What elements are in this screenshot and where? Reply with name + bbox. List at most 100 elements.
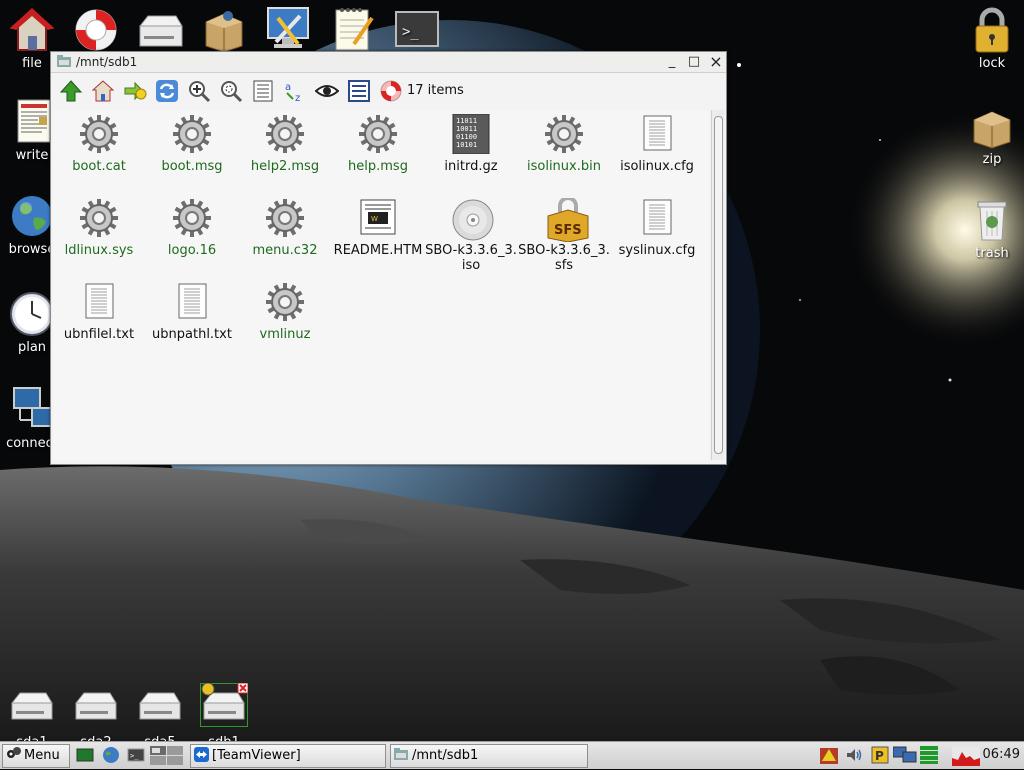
cpu-graph-icon[interactable] <box>952 746 980 766</box>
browser-launch-icon[interactable] <box>102 746 120 764</box>
file-name: help.msg <box>348 159 408 174</box>
executable-gear-icon <box>265 282 305 322</box>
teamviewer-icon <box>194 747 212 767</box>
desktop-icon-zip[interactable]: zip <box>960 102 1024 167</box>
drive-icon <box>200 682 249 727</box>
file-item[interactable]: syslinux.cfg <box>611 198 703 258</box>
svg-text:z: z <box>295 93 300 103</box>
file-item[interactable]: menu.c32 <box>239 198 331 258</box>
desktop-icon-trash[interactable]: trash <box>960 196 1024 261</box>
file-name: SBO-k3.3.6_3.sfs <box>518 243 610 273</box>
lock-icon <box>968 6 1016 54</box>
terminal-launch-icon[interactable]: >_ <box>127 746 145 764</box>
desktop-icon-notepad[interactable] <box>320 4 384 54</box>
volume-icon[interactable] <box>845 746 863 764</box>
svg-text:01100: 01100 <box>456 133 477 141</box>
list-view-icon[interactable] <box>251 79 275 103</box>
pclock-icon[interactable]: P <box>871 746 889 764</box>
svg-text:W: W <box>371 215 378 223</box>
help-lifebuoy-icon[interactable] <box>379 79 403 103</box>
home-icon[interactable] <box>91 79 115 103</box>
desktop-icon-lock[interactable]: lock <box>960 6 1024 71</box>
file-list[interactable]: boot.cat boot.msg help2.msg help.msg 11011 10… <box>53 110 709 460</box>
file-name: boot.msg <box>161 159 223 174</box>
svg-text:SFS: SFS <box>554 223 582 238</box>
file-item[interactable]: SFS SBO-k3.3.6_3.sfs <box>518 196 610 273</box>
file-item[interactable]: ldlinux.sys <box>53 198 145 258</box>
scrollbar-thumb[interactable] <box>714 116 723 454</box>
workspace-pager[interactable] <box>150 746 184 765</box>
vertical-scrollbar[interactable] <box>711 110 724 460</box>
file-name: isolinux.cfg <box>620 159 694 174</box>
file-item[interactable]: W README.HTM <box>332 198 424 258</box>
svg-text:10101: 10101 <box>456 141 477 149</box>
task-teamviewer[interactable]: [TeamViewer] <box>190 744 386 768</box>
file-item[interactable]: SBO-k3.3.6_3.iso <box>425 198 517 273</box>
show-desktop-icon[interactable] <box>76 746 94 764</box>
html-file-icon: W <box>358 198 398 238</box>
taskbar: Menu >_ [TeamViewer] /mnt/sdb1 P 06:49 <box>0 741 1024 769</box>
close-button[interactable]: × <box>707 53 725 71</box>
file-item[interactable]: boot.cat <box>53 114 145 174</box>
puppy-paw-icon <box>6 745 24 767</box>
drive-sda1[interactable]: sda1 <box>8 683 56 750</box>
file-name: logo.16 <box>167 243 217 258</box>
executable-gear-icon <box>544 114 584 154</box>
go-to-icon[interactable] <box>123 79 147 103</box>
svg-text:P: P <box>875 749 884 763</box>
executable-gear-icon <box>265 198 305 238</box>
desktop-icon-drive[interactable] <box>128 6 192 56</box>
zoom-reset-icon[interactable] <box>219 79 243 103</box>
clock: 06:49 <box>982 747 1020 762</box>
menu-button[interactable]: Menu <box>2 744 70 768</box>
zoom-in-icon[interactable] <box>187 79 211 103</box>
executable-gear-icon <box>79 114 119 154</box>
up-arrow-icon[interactable] <box>59 79 83 103</box>
file-item[interactable]: ubnpathl.txt <box>146 282 238 342</box>
file-item[interactable]: 11011 10011 01100 10101 initrd.gz <box>425 113 517 174</box>
desktop-icon-help[interactable] <box>64 6 128 56</box>
file-name: ldlinux.sys <box>64 243 134 258</box>
file-item[interactable]: boot.msg <box>146 114 238 174</box>
file-item[interactable]: help2.msg <box>239 114 331 174</box>
svg-text:11011: 11011 <box>456 117 477 125</box>
window-titlebar[interactable]: /mnt/sdb1 _ □ × <box>51 52 726 73</box>
file-item[interactable]: logo.16 <box>146 198 238 258</box>
maximize-button[interactable]: □ <box>685 53 703 71</box>
task-mnt-sdb1[interactable]: /mnt/sdb1 <box>390 744 588 768</box>
refresh-icon[interactable] <box>155 79 179 103</box>
svg-text:>_: >_ <box>402 24 419 40</box>
memory-monitor-icon[interactable] <box>920 746 938 764</box>
file-item[interactable]: vmlinuz <box>239 282 331 342</box>
drive-sdb1[interactable]: sdb1 <box>200 682 249 750</box>
file-item[interactable]: ubnfilel.txt <box>53 282 145 342</box>
drive-sda5[interactable]: sda5 <box>136 683 184 750</box>
file-name: README.HTM <box>333 243 423 258</box>
network-tray-icon[interactable] <box>820 746 838 764</box>
desktop-icon-terminal[interactable]: >_ <box>384 6 448 56</box>
package-icon <box>200 6 248 54</box>
desktop-icon-settings[interactable] <box>256 4 320 54</box>
file-item[interactable]: isolinux.bin <box>518 114 610 174</box>
sort-az-icon[interactable]: az <box>283 79 307 104</box>
drive-icon <box>10 692 53 720</box>
executable-gear-icon <box>79 198 119 238</box>
file-name: initrd.gz <box>444 159 498 174</box>
svg-text:a: a <box>285 82 291 93</box>
file-item[interactable]: help.msg <box>332 114 424 174</box>
file-manager-window[interactable]: /mnt/sdb1 _ □ × az 17 items boot.cat boo… <box>50 51 727 465</box>
executable-gear-icon <box>358 114 398 154</box>
drive-sda2[interactable]: sda2 <box>72 683 120 750</box>
details-view-icon[interactable] <box>347 79 371 103</box>
executable-gear-icon <box>172 198 212 238</box>
settings-icon <box>264 4 312 52</box>
network-status-icon[interactable] <box>892 746 917 764</box>
file-name: isolinux.bin <box>527 159 601 174</box>
desktop-icon-package[interactable] <box>192 6 256 56</box>
file-item[interactable]: isolinux.cfg <box>611 114 703 174</box>
text-file-icon <box>637 198 677 238</box>
show-hidden-icon[interactable] <box>314 79 340 103</box>
cd-disc-icon <box>451 198 494 241</box>
sfs-package-icon: SFS <box>544 196 589 243</box>
minimize-button[interactable]: _ <box>663 53 681 71</box>
